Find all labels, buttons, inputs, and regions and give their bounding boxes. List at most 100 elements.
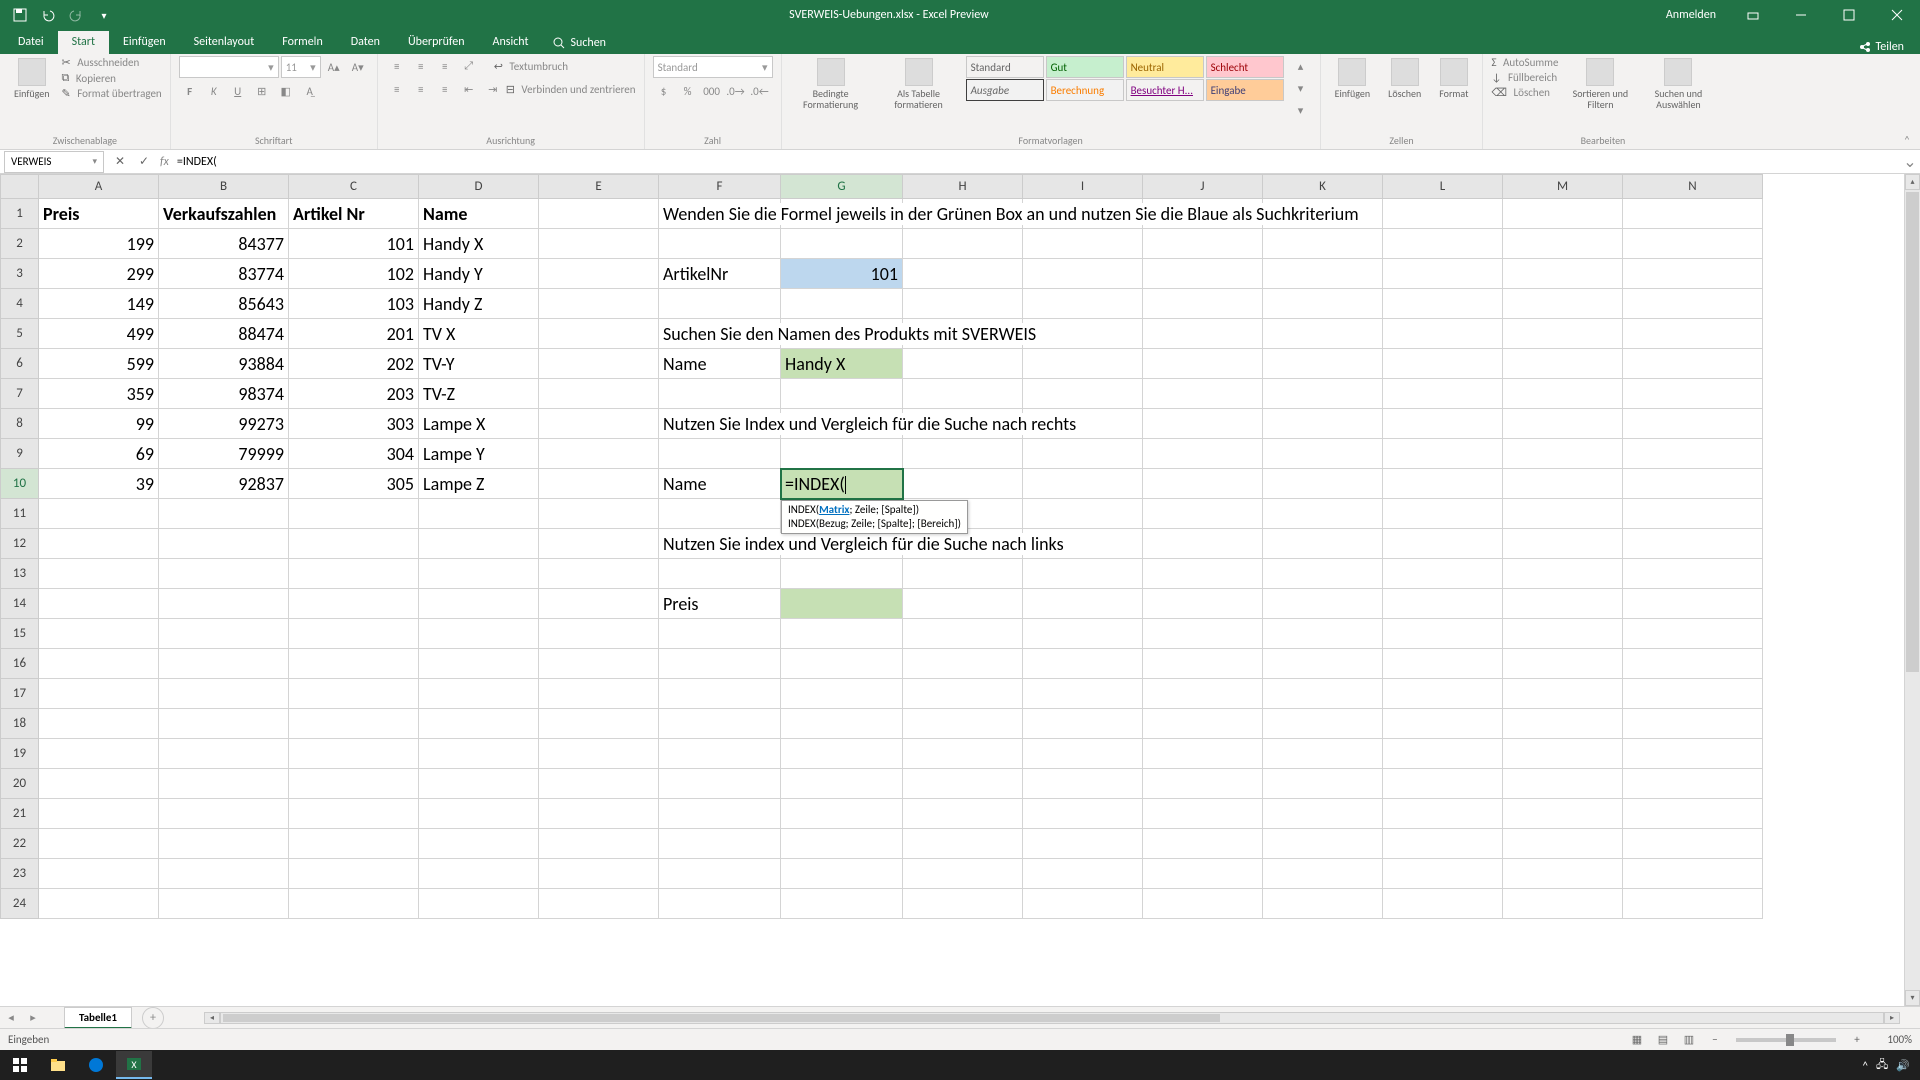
cell-K15[interactable] [1263, 619, 1383, 649]
cell-E3[interactable] [539, 259, 659, 289]
tab-home[interactable]: Start [58, 31, 109, 54]
maximize-icon[interactable] [1826, 0, 1872, 30]
grid-table[interactable]: A B C D E F G H I J K L M N 1PreisVerkau… [0, 174, 1763, 919]
cell-N20[interactable] [1623, 769, 1763, 799]
style-neutral[interactable]: Neutral [1126, 56, 1204, 78]
cell-L23[interactable] [1383, 859, 1503, 889]
cell-L17[interactable] [1383, 679, 1503, 709]
increase-indent-icon[interactable]: ⇥ [482, 79, 504, 99]
new-sheet-icon[interactable]: + [142, 1007, 164, 1029]
cell-C22[interactable] [289, 829, 419, 859]
tab-view[interactable]: Ansicht [479, 31, 543, 54]
row-header[interactable]: 23 [1, 859, 39, 889]
cell-E14[interactable] [539, 589, 659, 619]
cell-M18[interactable] [1503, 709, 1623, 739]
cell-K5[interactable] [1263, 319, 1383, 349]
cell-N3[interactable] [1623, 259, 1763, 289]
cell-G7[interactable] [781, 379, 903, 409]
col-header[interactable]: H [903, 175, 1023, 199]
cell-L24[interactable] [1383, 889, 1503, 919]
style-gut[interactable]: Gut [1046, 56, 1124, 78]
cell-M16[interactable] [1503, 649, 1623, 679]
cell-A24[interactable] [39, 889, 159, 919]
cell-G15[interactable] [781, 619, 903, 649]
cell-J20[interactable] [1143, 769, 1263, 799]
cell-G14[interactable] [781, 589, 903, 619]
italic-button[interactable]: K [203, 81, 225, 101]
tray-expand-icon[interactable]: ^ [1863, 1059, 1868, 1072]
cell-C16[interactable] [289, 649, 419, 679]
cell-K10[interactable] [1263, 469, 1383, 499]
tab-page-layout[interactable]: Seitenlayout [180, 31, 269, 54]
cell-M19[interactable] [1503, 739, 1623, 769]
cell-N17[interactable] [1623, 679, 1763, 709]
cell-K7[interactable] [1263, 379, 1383, 409]
cell-D12[interactable] [419, 529, 539, 559]
row-header[interactable]: 3 [1, 259, 39, 289]
cell-E11[interactable] [539, 499, 659, 529]
col-header[interactable]: J [1143, 175, 1263, 199]
cell-E18[interactable] [539, 709, 659, 739]
cell-A13[interactable] [39, 559, 159, 589]
tab-search[interactable]: Suchen [543, 32, 616, 54]
cell-F18[interactable] [659, 709, 781, 739]
cell-N19[interactable] [1623, 739, 1763, 769]
cell-N12[interactable] [1623, 529, 1763, 559]
cell-C6[interactable]: 202 [289, 349, 419, 379]
cell-J14[interactable] [1143, 589, 1263, 619]
cell-F2[interactable] [659, 229, 781, 259]
cell-E23[interactable] [539, 859, 659, 889]
cell-B1[interactable]: Verkaufszahlen [159, 199, 289, 229]
cell-J24[interactable] [1143, 889, 1263, 919]
cell-G18[interactable] [781, 709, 903, 739]
row-header[interactable]: 13 [1, 559, 39, 589]
cell-L7[interactable] [1383, 379, 1503, 409]
file-explorer-icon[interactable] [40, 1051, 76, 1079]
cell-I18[interactable] [1023, 709, 1143, 739]
cell-C2[interactable]: 101 [289, 229, 419, 259]
cell-L22[interactable] [1383, 829, 1503, 859]
cell-F4[interactable] [659, 289, 781, 319]
cell-D18[interactable] [419, 709, 539, 739]
cell-B7[interactable]: 98374 [159, 379, 289, 409]
cell-H6[interactable] [903, 349, 1023, 379]
col-header[interactable]: M [1503, 175, 1623, 199]
cell-G2[interactable] [781, 229, 903, 259]
cell-F13[interactable] [659, 559, 781, 589]
cell-D11[interactable] [419, 499, 539, 529]
cell-L19[interactable] [1383, 739, 1503, 769]
cell-A17[interactable] [39, 679, 159, 709]
cell-N11[interactable] [1623, 499, 1763, 529]
cell-D10[interactable]: Lampe Z [419, 469, 539, 499]
cell-N16[interactable] [1623, 649, 1763, 679]
row-header[interactable]: 10 [1, 469, 39, 499]
cell-N6[interactable] [1623, 349, 1763, 379]
cell-E1[interactable] [539, 199, 659, 229]
cell-A15[interactable] [39, 619, 159, 649]
format-painter-button[interactable]: ✎ Format übertragen [62, 87, 162, 100]
cell-K24[interactable] [1263, 889, 1383, 919]
border-icon[interactable]: ⊞ [251, 81, 273, 101]
cell-A2[interactable]: 199 [39, 229, 159, 259]
number-format-combo[interactable]: Standard▾ [653, 56, 773, 78]
undo-icon[interactable] [36, 3, 60, 27]
share-button[interactable]: Teilen [1847, 40, 1916, 54]
cell-A20[interactable] [39, 769, 159, 799]
ribbon-display-icon[interactable] [1730, 0, 1776, 30]
clear-button[interactable]: ⌫ Löschen [1491, 86, 1558, 99]
cell-K16[interactable] [1263, 649, 1383, 679]
cell-I17[interactable] [1023, 679, 1143, 709]
row-header[interactable]: 15 [1, 619, 39, 649]
cell-F19[interactable] [659, 739, 781, 769]
page-break-view-icon[interactable]: ▥ [1678, 1031, 1700, 1049]
cell-G17[interactable] [781, 679, 903, 709]
cell-E6[interactable] [539, 349, 659, 379]
cell-F23[interactable] [659, 859, 781, 889]
hscroll-thumb[interactable] [223, 1014, 1220, 1022]
row-header[interactable]: 2 [1, 229, 39, 259]
cell-B13[interactable] [159, 559, 289, 589]
cell-A8[interactable]: 99 [39, 409, 159, 439]
cell-K17[interactable] [1263, 679, 1383, 709]
row-header[interactable]: 17 [1, 679, 39, 709]
cell-M20[interactable] [1503, 769, 1623, 799]
